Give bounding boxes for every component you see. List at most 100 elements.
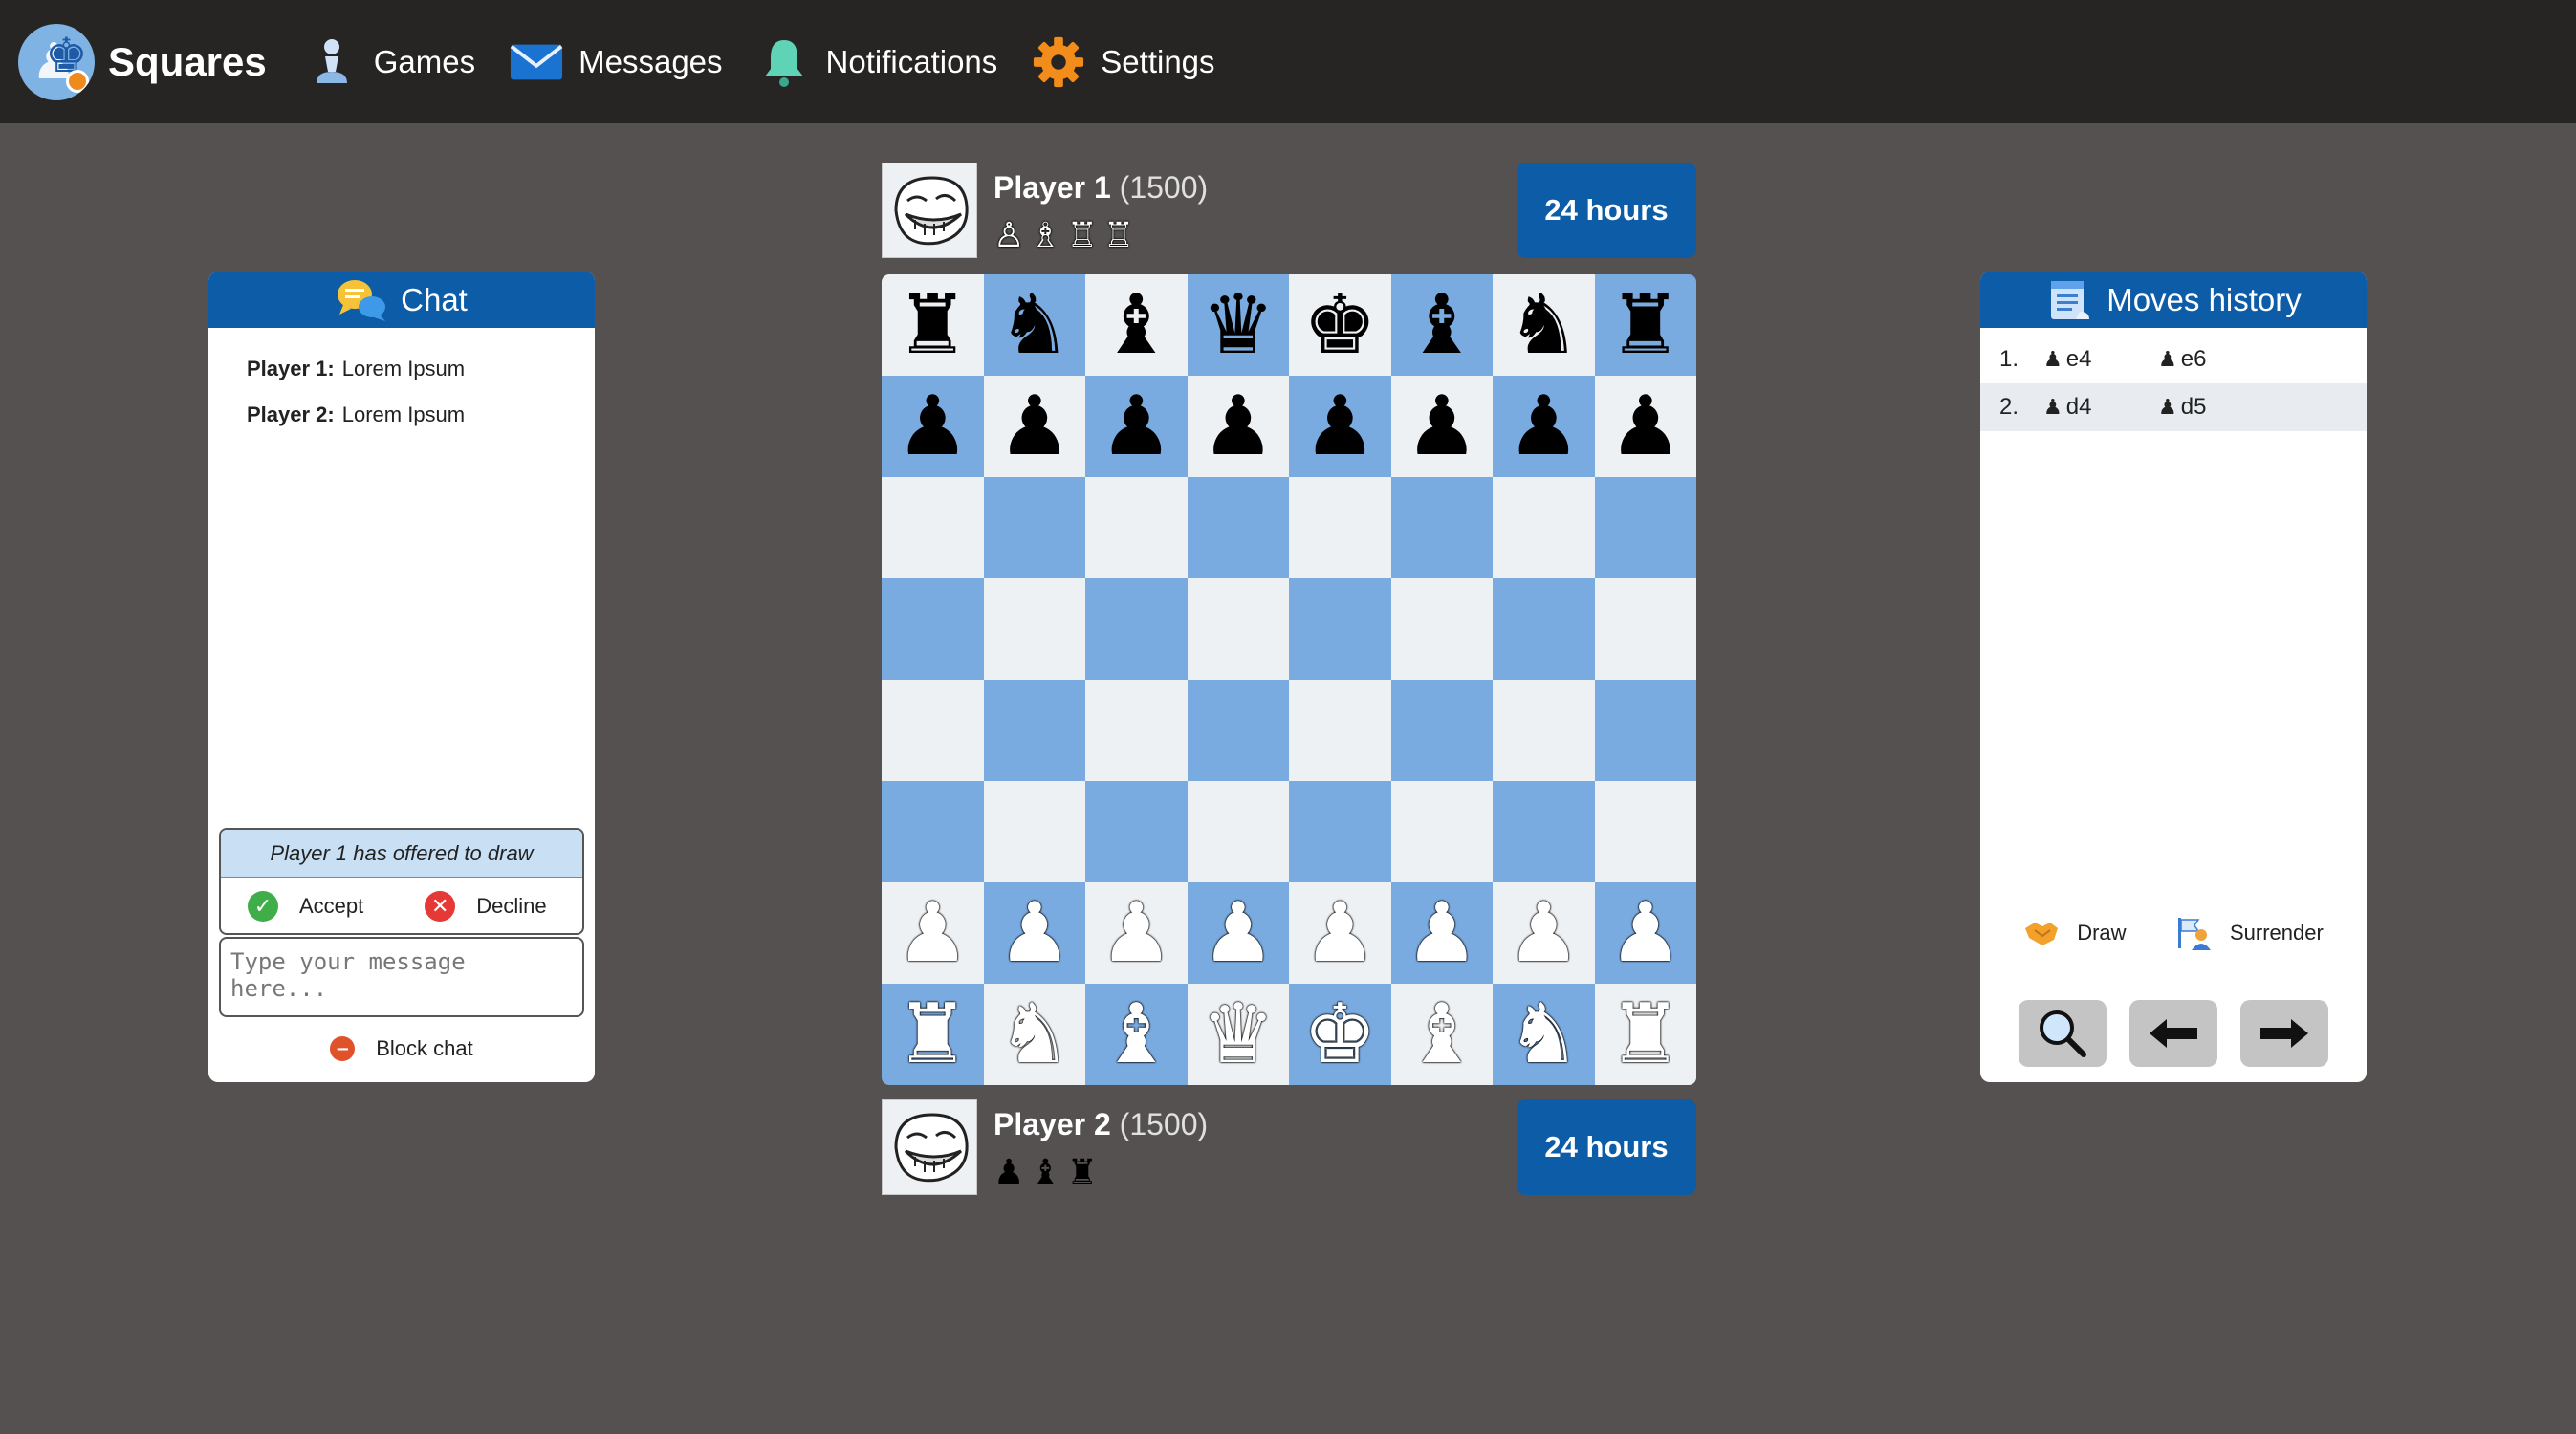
square-a4[interactable]	[882, 680, 984, 781]
square-c4[interactable]	[1085, 680, 1188, 781]
square-d4[interactable]	[1187, 680, 1289, 781]
square-a8[interactable]: ♜	[882, 274, 984, 376]
chess-board[interactable]: ♜ ♞ ♝ ♛ ♚ ♝ ♞ ♜ ♟ ♟ ♟ ♟ ♟ ♟ ♟ ♟ ♟ ♟ ♟ ♟ ♟ ♟ ♟ ♟ ♜ ♞ ♝ ♛ ♚ ♝ ♞ ♜	[882, 274, 1696, 1085]
square-c6[interactable]	[1085, 477, 1188, 578]
white-pawn-icon[interactable]: ♟	[1201, 892, 1275, 974]
white-pawn-icon[interactable]: ♟	[1507, 892, 1581, 974]
square-f8[interactable]: ♝	[1390, 274, 1493, 376]
white-bishop-icon[interactable]: ♝	[1405, 993, 1478, 1076]
square-c3[interactable]	[1085, 781, 1188, 882]
black-pawn-icon[interactable]: ♟	[1405, 385, 1478, 467]
black-pawn-icon[interactable]: ♟	[896, 385, 970, 467]
analyze-button[interactable]	[2019, 1000, 2107, 1067]
square-a5[interactable]	[882, 578, 984, 680]
square-a2[interactable]: ♟	[882, 882, 984, 984]
square-a7[interactable]: ♟	[882, 376, 984, 477]
black-pawn-icon[interactable]: ♟	[1201, 385, 1275, 467]
square-a1[interactable]: ♜	[882, 984, 984, 1085]
white-queen-icon[interactable]: ♛	[1201, 993, 1275, 1076]
square-h2[interactable]: ♟	[1594, 882, 1696, 984]
white-pawn-icon[interactable]: ♟	[1405, 892, 1478, 974]
square-h1[interactable]: ♜	[1594, 984, 1696, 1085]
square-d8[interactable]: ♛	[1187, 274, 1289, 376]
avatar[interactable]	[882, 163, 977, 258]
black-king-icon[interactable]: ♚	[1303, 284, 1377, 366]
square-g7[interactable]: ♟	[1493, 376, 1595, 477]
black-pawn-icon[interactable]: ♟	[1608, 385, 1682, 467]
white-pawn-icon[interactable]: ♟	[1100, 892, 1173, 974]
square-b5[interactable]	[983, 578, 1085, 680]
square-e5[interactable]	[1289, 578, 1391, 680]
square-h3[interactable]	[1594, 781, 1696, 882]
nav-messages[interactable]: Messages	[510, 35, 723, 89]
square-a3[interactable]	[882, 781, 984, 882]
square-e7[interactable]: ♟	[1289, 376, 1391, 477]
square-d5[interactable]	[1187, 578, 1289, 680]
square-h6[interactable]	[1594, 477, 1696, 578]
square-h7[interactable]: ♟	[1594, 376, 1696, 477]
draw-button[interactable]: Draw	[2023, 916, 2127, 950]
white-pawn-icon[interactable]: ♟	[1303, 892, 1377, 974]
black-knight-icon[interactable]: ♞	[997, 284, 1071, 366]
square-h8[interactable]: ♜	[1594, 274, 1696, 376]
square-a6[interactable]	[882, 477, 984, 578]
square-e1[interactable]: ♚	[1289, 984, 1391, 1085]
white-rook-icon[interactable]: ♜	[1608, 993, 1682, 1076]
black-rook-icon[interactable]: ♜	[1608, 284, 1682, 366]
block-chat-button[interactable]: − Block chat	[208, 1036, 595, 1061]
chat-message-input[interactable]	[219, 937, 584, 1017]
square-d2[interactable]: ♟	[1187, 882, 1289, 984]
square-f5[interactable]	[1390, 578, 1493, 680]
black-pawn-icon[interactable]: ♟	[1100, 385, 1173, 467]
square-h4[interactable]	[1594, 680, 1696, 781]
move-row[interactable]: 1. ♟ e4 ♟ e6	[1980, 336, 2367, 383]
square-b1[interactable]: ♞	[983, 984, 1085, 1085]
white-knight-icon[interactable]: ♞	[1507, 993, 1581, 1076]
square-b6[interactable]	[983, 477, 1085, 578]
white-move[interactable]: ♟ e4	[2043, 346, 2158, 373]
previous-move-button[interactable]	[2129, 1000, 2217, 1067]
square-f6[interactable]	[1390, 477, 1493, 578]
white-rook-icon[interactable]: ♜	[896, 993, 970, 1076]
white-pawn-icon[interactable]: ♟	[997, 892, 1071, 974]
white-pawn-icon[interactable]: ♟	[1608, 892, 1682, 974]
nav-games[interactable]: Games	[305, 35, 475, 89]
square-g4[interactable]	[1493, 680, 1595, 781]
square-b4[interactable]	[983, 680, 1085, 781]
square-c2[interactable]: ♟	[1085, 882, 1188, 984]
white-knight-icon[interactable]: ♞	[997, 993, 1071, 1076]
decline-draw-button[interactable]: ✕ Decline	[425, 891, 547, 922]
square-c7[interactable]: ♟	[1085, 376, 1188, 477]
black-pawn-icon[interactable]: ♟	[997, 385, 1071, 467]
square-g6[interactable]	[1493, 477, 1595, 578]
white-king-icon[interactable]: ♚	[1303, 993, 1377, 1076]
square-f4[interactable]	[1390, 680, 1493, 781]
square-b8[interactable]: ♞	[983, 274, 1085, 376]
square-g5[interactable]	[1493, 578, 1595, 680]
white-pawn-icon[interactable]: ♟	[896, 892, 970, 974]
next-move-button[interactable]	[2240, 1000, 2328, 1067]
square-b3[interactable]	[983, 781, 1085, 882]
black-queen-icon[interactable]: ♛	[1201, 284, 1275, 366]
square-c5[interactable]	[1085, 578, 1188, 680]
square-h5[interactable]	[1594, 578, 1696, 680]
black-pawn-icon[interactable]: ♟	[1303, 385, 1377, 467]
square-e6[interactable]	[1289, 477, 1391, 578]
square-f2[interactable]: ♟	[1390, 882, 1493, 984]
nav-settings[interactable]: Settings	[1032, 35, 1215, 89]
square-g3[interactable]	[1493, 781, 1595, 882]
black-pawn-icon[interactable]: ♟	[1507, 385, 1581, 467]
square-e4[interactable]	[1289, 680, 1391, 781]
black-bishop-icon[interactable]: ♝	[1405, 284, 1478, 366]
square-c8[interactable]: ♝	[1085, 274, 1188, 376]
square-e8[interactable]: ♚	[1289, 274, 1391, 376]
brand[interactable]: ♟ ♚ Squares	[18, 23, 267, 100]
surrender-button[interactable]: Surrender	[2174, 916, 2324, 950]
white-move[interactable]: ♟ d4	[2043, 394, 2158, 421]
avatar[interactable]	[882, 1099, 977, 1195]
nav-notifications[interactable]: Notifications	[757, 35, 997, 89]
black-bishop-icon[interactable]: ♝	[1100, 284, 1173, 366]
square-c1[interactable]: ♝	[1085, 984, 1188, 1085]
square-g1[interactable]: ♞	[1493, 984, 1595, 1085]
black-move[interactable]: ♟ d5	[2158, 394, 2273, 421]
